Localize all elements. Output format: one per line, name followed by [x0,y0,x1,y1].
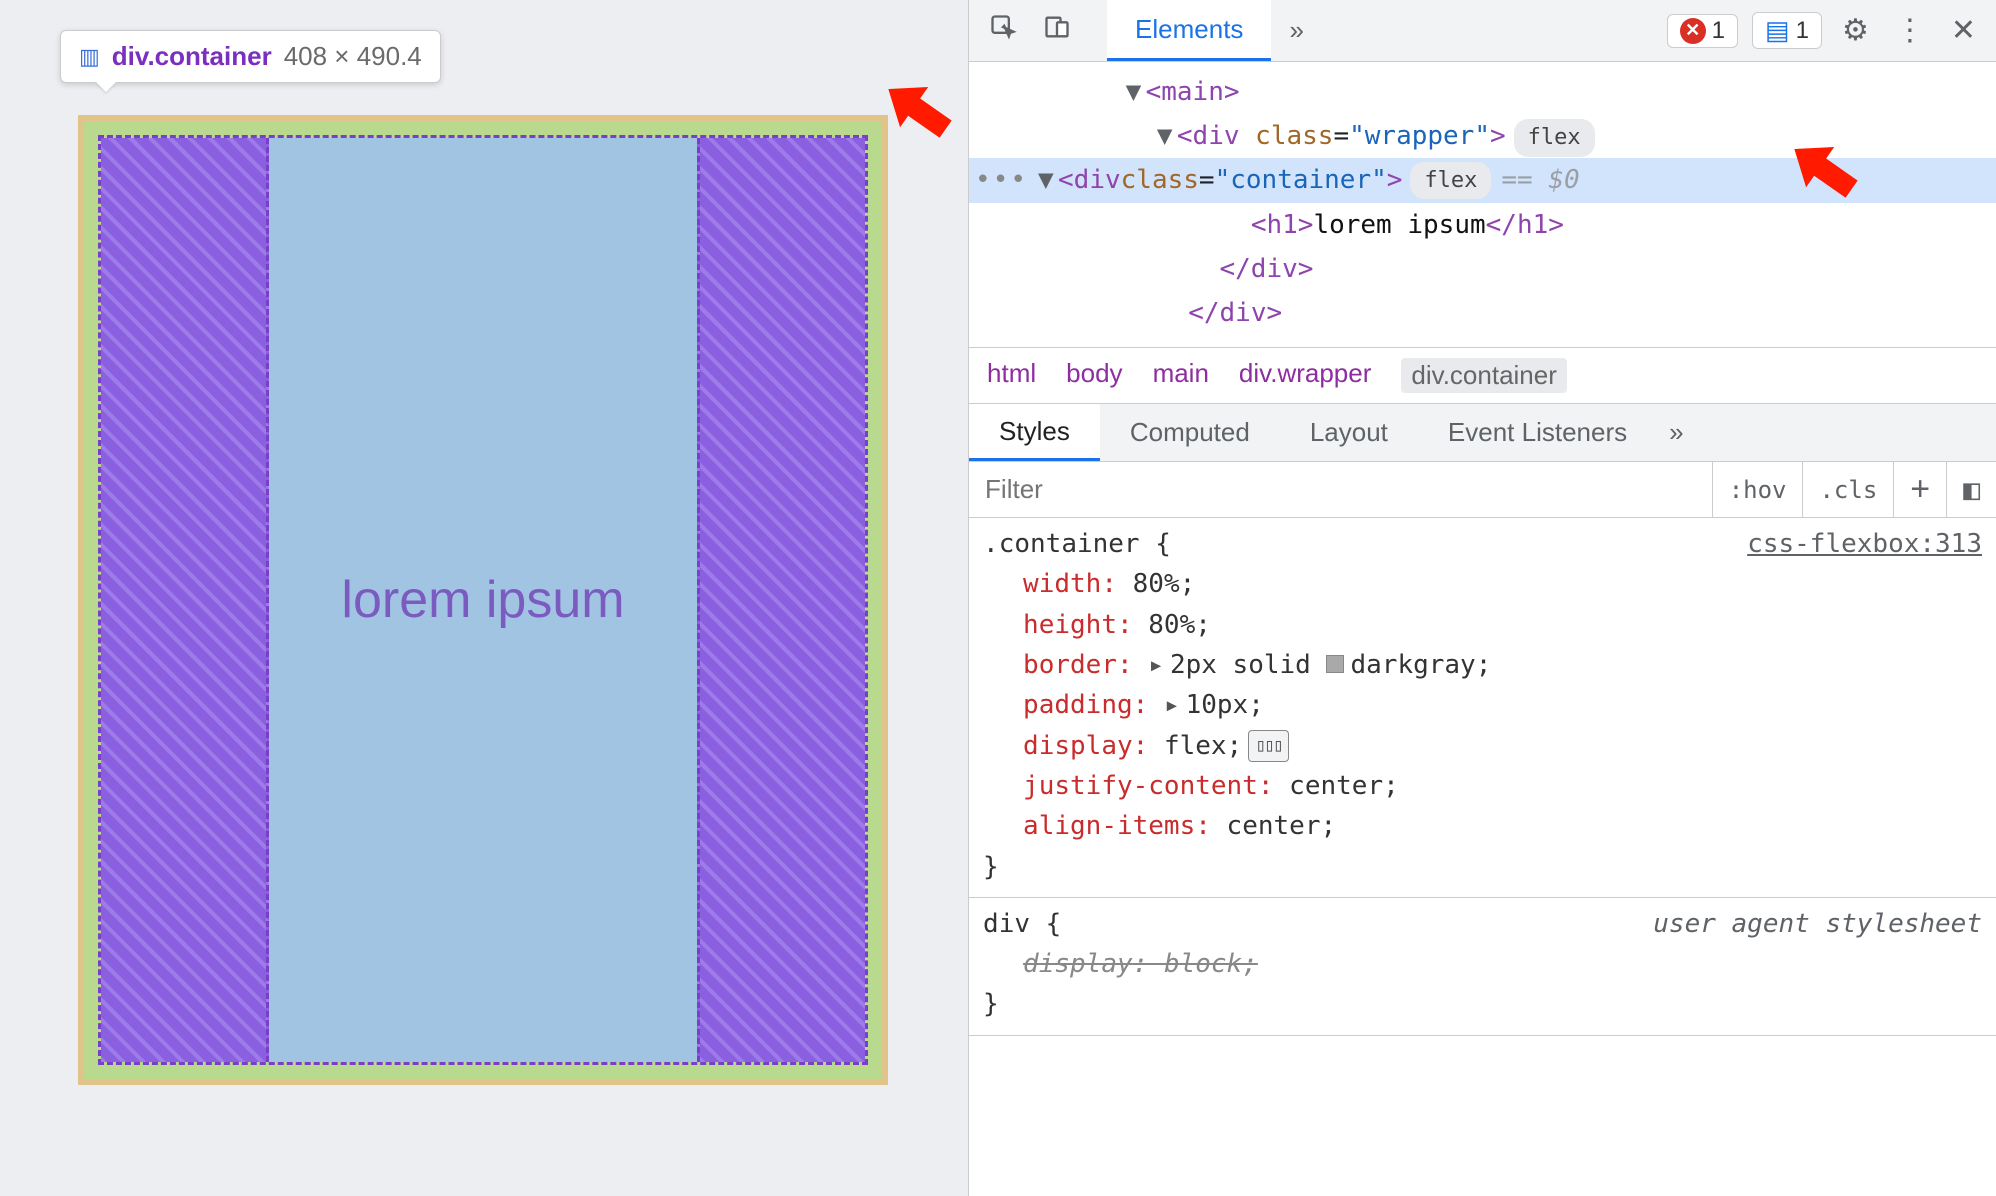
crumb-html[interactable]: html [987,358,1036,393]
console-ref: == $0 [1501,158,1579,202]
ellipsis-icon[interactable]: ••• [969,158,1038,202]
css-prop-border[interactable]: border: ▸2px solid darkgray; [1023,645,1982,685]
toggle-hover-button[interactable]: :hov [1713,462,1804,517]
flex-icon: ▥ [79,44,100,70]
tooltip-tag: div.container [112,41,272,72]
rule-close-brace: } [983,852,999,882]
inspected-padding-box: lorem ipsum [98,135,868,1065]
more-tabs-icon[interactable]: » [1277,15,1315,46]
error-count: 1 [1712,17,1725,45]
expand-shorthand-icon[interactable]: ▸ [1164,690,1180,720]
element-tooltip: ▥ div.container 408 × 490.4 [60,30,441,83]
styles-filter-input[interactable] [969,462,1713,517]
crumb-body[interactable]: body [1066,358,1122,393]
device-toggle-icon[interactable] [1033,7,1081,54]
dom-node-h1[interactable]: <h1>lorem ipsum</h1> [969,203,1996,247]
devtools-toolbar: Elements » ✕ 1 ▤ 1 ⚙ ⋮ ✕ [969,0,1996,62]
inspect-element-icon[interactable] [979,7,1027,54]
rule-selector[interactable]: .container { [983,529,1171,559]
page-preview-pane: ▥ div.container 408 × 490.4 lorem ipsum [0,0,968,1196]
error-count-badge[interactable]: ✕ 1 [1667,14,1738,48]
dom-tree[interactable]: ▼<main> ▼<div class="wrapper">flex ••• ▼… [969,62,1996,348]
tooltip-arrow-icon [96,82,116,92]
error-icon: ✕ [1680,18,1706,44]
flex-free-space-left [101,138,269,1062]
css-prop-justify-content[interactable]: justify-content: center; [1023,766,1982,806]
devtools-panel: Elements » ✕ 1 ▤ 1 ⚙ ⋮ ✕ ▼<main> ▼<div c… [968,0,1996,1196]
color-swatch-icon[interactable] [1326,655,1344,673]
tab-elements[interactable]: Elements [1107,0,1271,61]
css-rule-container[interactable]: css-flexbox:313 .container { width: 80%;… [969,518,1996,898]
flex-badge[interactable]: flex [1514,119,1595,156]
rule-source-link[interactable]: css-flexbox:313 [1747,524,1982,564]
flex-badge[interactable]: flex [1410,162,1491,199]
crumb-main[interactable]: main [1153,358,1209,393]
rule-selector[interactable]: div { [983,909,1061,939]
tooltip-dimensions: 408 × 490.4 [284,41,422,72]
settings-icon[interactable]: ⚙ [1832,13,1879,48]
tab-event-listeners[interactable]: Event Listeners [1418,404,1657,461]
inspected-element-box-model[interactable]: lorem ipsum [78,115,888,1085]
new-rule-button[interactable]: + [1894,462,1947,517]
rule-close-brace: } [983,989,999,1019]
message-icon: ▤ [1765,15,1790,46]
tab-styles[interactable]: Styles [969,404,1100,461]
computed-sidebar-toggle-icon[interactable]: ◧ [1947,462,1996,517]
css-prop-align-items[interactable]: align-items: center; [1023,806,1982,846]
devtools-main-tabs: Elements [1107,0,1271,61]
css-prop-width[interactable]: width: 80%; [1023,564,1982,604]
css-rules-pane[interactable]: css-flexbox:313 .container { width: 80%;… [969,518,1996,1196]
styles-subtabs: Styles Computed Layout Event Listeners » [969,404,1996,462]
inspected-content-box: lorem ipsum [269,138,697,1062]
message-count-badge[interactable]: ▤ 1 [1752,12,1822,49]
crumb-wrapper[interactable]: div.wrapper [1239,358,1371,393]
more-subtabs-icon[interactable]: » [1657,417,1695,448]
rule-source-ua: user agent stylesheet [1653,904,1982,944]
css-prop-padding[interactable]: padding: ▸10px; [1023,685,1982,725]
dom-node-div-close[interactable]: </div> [969,247,1996,291]
tab-layout[interactable]: Layout [1280,404,1418,461]
crumb-container[interactable]: div.container [1401,358,1567,393]
css-prop-height[interactable]: height: 80%; [1023,605,1982,645]
styles-filter-bar: :hov .cls + ◧ [969,462,1996,518]
css-rule-ua-div[interactable]: user agent stylesheet div { display: blo… [969,898,1996,1036]
expand-shorthand-icon[interactable]: ▸ [1148,650,1164,680]
dom-breadcrumb: html body main div.wrapper div.container [969,348,1996,404]
close-icon[interactable]: ✕ [1941,13,1986,48]
flex-free-space-right [697,138,865,1062]
css-prop-display[interactable]: display: flex;▯▯▯ [1023,726,1982,766]
toggle-class-button[interactable]: .cls [1803,462,1894,517]
dom-node-div-close[interactable]: </div> [969,291,1996,335]
tab-computed[interactable]: Computed [1100,404,1280,461]
flexbox-editor-icon[interactable]: ▯▯▯ [1248,730,1289,762]
message-count: 1 [1796,17,1809,45]
css-prop-display-overridden[interactable]: display: block; [1023,944,1982,984]
more-menu-icon[interactable]: ⋮ [1885,13,1935,48]
dom-node-main[interactable]: ▼<main> [969,70,1996,114]
preview-heading: lorem ipsum [341,570,624,630]
